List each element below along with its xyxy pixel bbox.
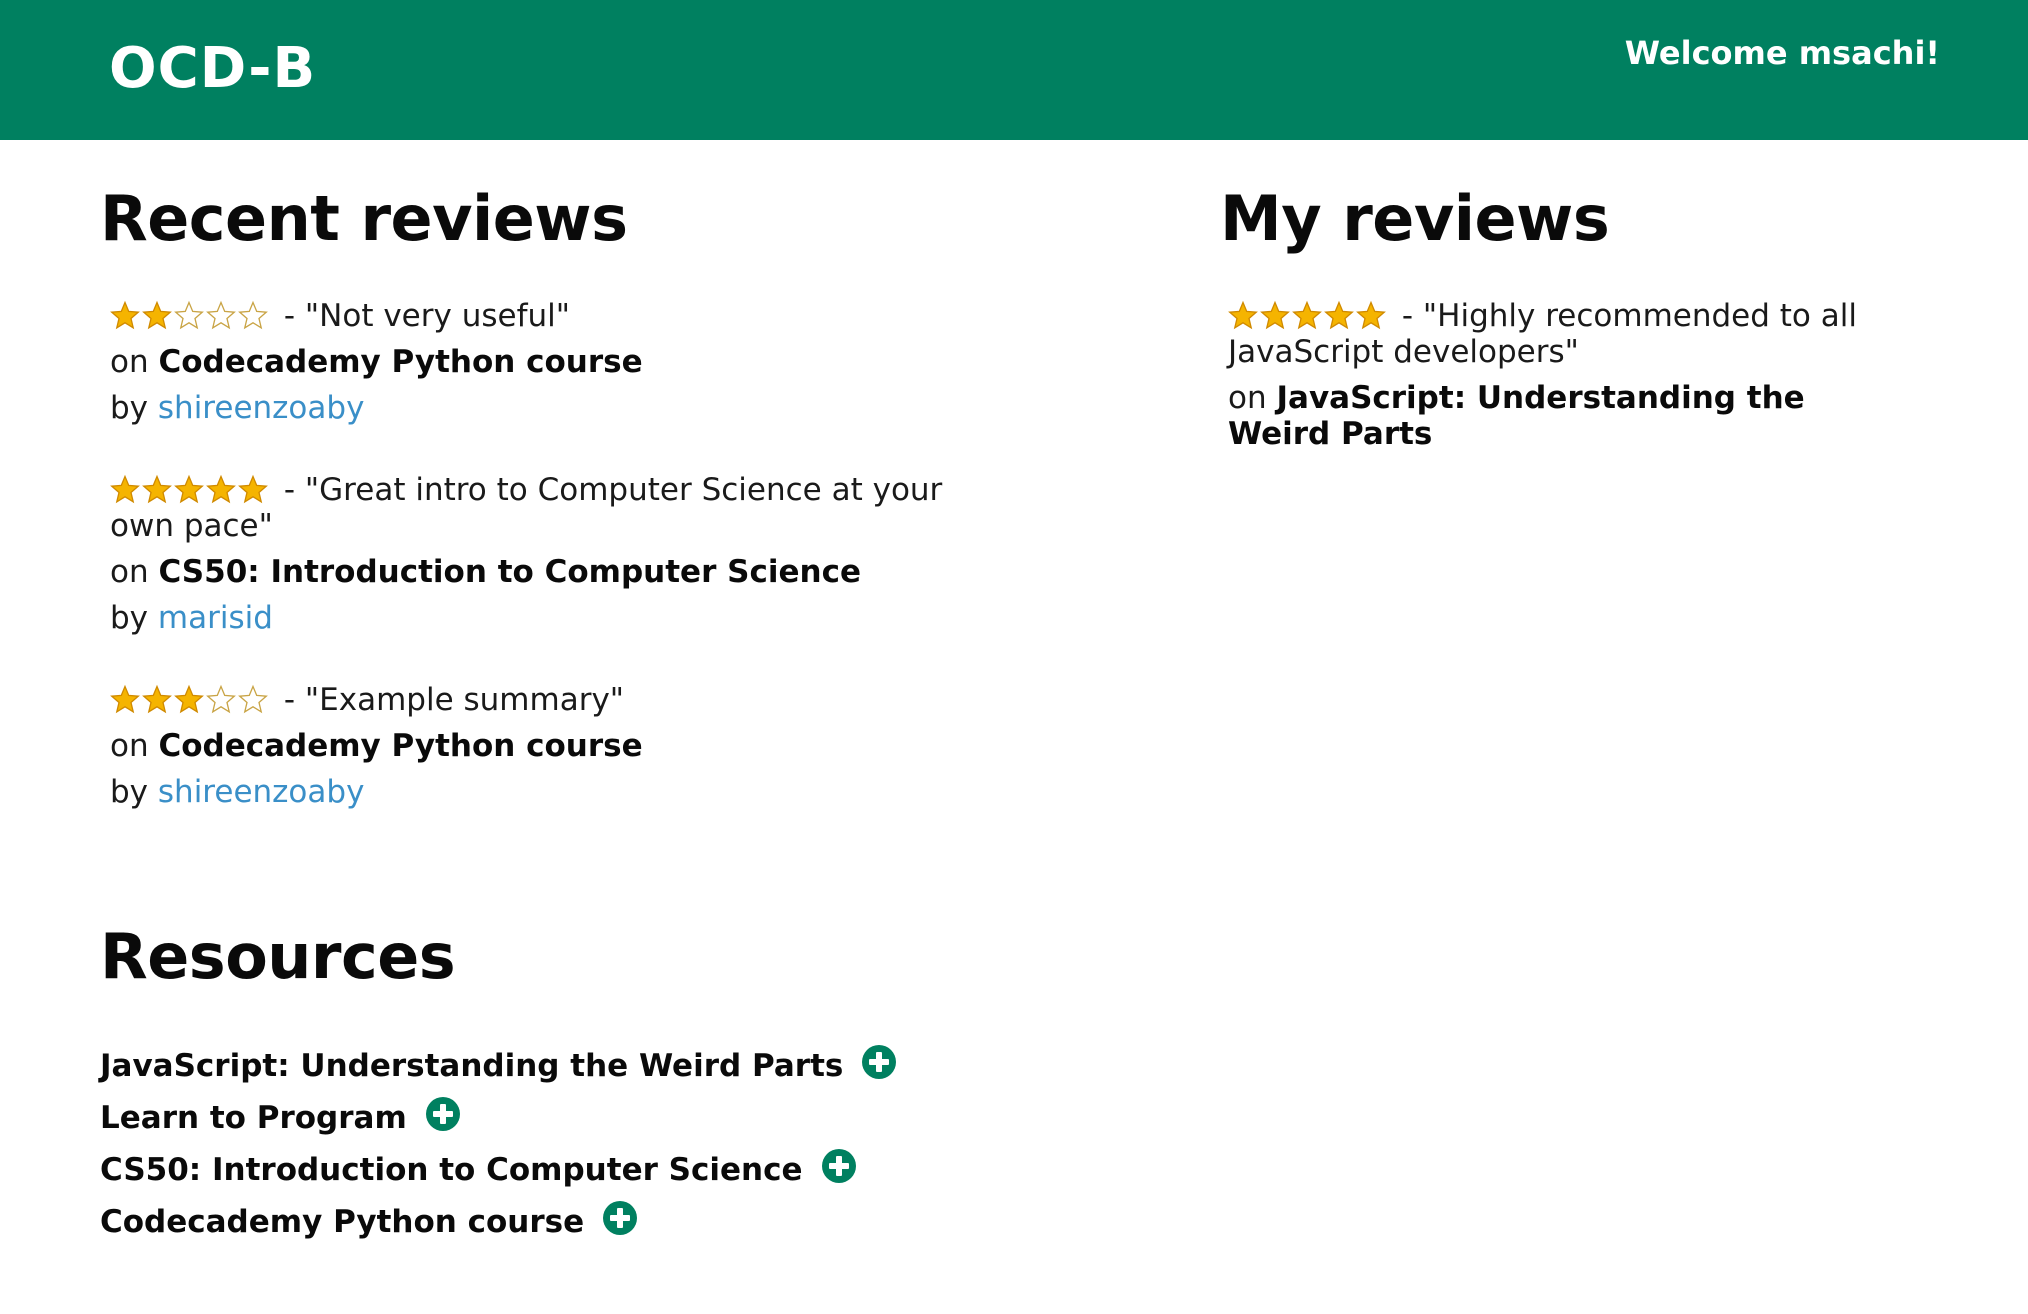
star-empty-icon [206, 300, 236, 330]
review-author-link[interactable]: marisid [158, 600, 273, 636]
resource-label: CS50: Introduction to Computer Science [100, 1152, 803, 1188]
star-filled-icon [142, 684, 172, 714]
by-label: by [110, 774, 149, 810]
review-summary: "Not very useful" [304, 298, 570, 334]
resources-list: JavaScript: Understanding the Weird Part… [100, 1040, 897, 1248]
star-filled-icon [206, 474, 236, 504]
star-empty-icon [206, 684, 236, 714]
star-empty-icon [238, 300, 268, 330]
star-filled-icon [174, 474, 204, 504]
star-rating [110, 300, 268, 330]
my-reviews-heading: My reviews [1220, 182, 1610, 255]
star-filled-icon [110, 474, 140, 504]
resource-label: Learn to Program [100, 1100, 407, 1136]
plus-circle-icon[interactable] [602, 1200, 638, 1236]
review-course: Codecademy Python course [158, 344, 643, 380]
my-review-item: - "Highly recommended to all JavaScript … [1228, 298, 1868, 452]
star-filled-icon [238, 474, 268, 504]
review-dash: - [283, 298, 305, 334]
star-filled-icon [1324, 300, 1354, 330]
top-navbar: OCD-B Welcome msachi! [0, 0, 2028, 140]
star-empty-icon [174, 300, 204, 330]
review-course: JavaScript: Understanding the Weird Part… [1228, 380, 1805, 452]
star-rating [110, 684, 268, 714]
star-rating [1228, 300, 1386, 330]
on-label: on [110, 554, 149, 590]
review-dash: - [283, 472, 305, 508]
on-label: on [110, 344, 149, 380]
resource-label: Codecademy Python course [100, 1204, 585, 1240]
star-filled-icon [142, 474, 172, 504]
star-filled-icon [174, 684, 204, 714]
recent-reviews-heading: Recent reviews [100, 182, 628, 255]
by-label: by [110, 600, 149, 636]
resource-item: Codecademy Python course [100, 1196, 897, 1248]
star-filled-icon [110, 684, 140, 714]
welcome-message: Welcome msachi! [1624, 34, 1940, 72]
plus-circle-icon[interactable] [821, 1148, 857, 1184]
star-filled-icon [1228, 300, 1258, 330]
review-course: Codecademy Python course [158, 728, 643, 764]
review-author-link[interactable]: shireenzoaby [158, 390, 365, 426]
by-label: by [110, 390, 149, 426]
star-filled-icon [1356, 300, 1386, 330]
star-empty-icon [238, 684, 268, 714]
resources-heading: Resources [100, 920, 456, 993]
recent-review-item: - "Example summary" on Codecademy Python… [110, 682, 990, 810]
review-dash: - [1401, 298, 1423, 334]
recent-review-item: - "Great intro to Computer Science at yo… [110, 472, 990, 636]
star-filled-icon [1292, 300, 1322, 330]
on-label: on [1228, 380, 1267, 416]
resource-item: CS50: Introduction to Computer Science [100, 1144, 897, 1196]
resource-label: JavaScript: Understanding the Weird Part… [100, 1048, 844, 1084]
star-rating [110, 474, 268, 504]
star-filled-icon [110, 300, 140, 330]
plus-circle-icon[interactable] [861, 1044, 897, 1080]
review-author-link[interactable]: shireenzoaby [158, 774, 365, 810]
recent-review-item: - "Not very useful" on Codecademy Python… [110, 298, 990, 426]
star-filled-icon [1260, 300, 1290, 330]
review-course: CS50: Introduction to Computer Science [158, 554, 861, 590]
star-filled-icon [142, 300, 172, 330]
review-dash: - [283, 682, 305, 718]
on-label: on [110, 728, 149, 764]
plus-circle-icon[interactable] [425, 1096, 461, 1132]
brand-logo[interactable]: OCD-B [109, 36, 316, 101]
review-summary: "Example summary" [304, 682, 625, 718]
resource-item: Learn to Program [100, 1092, 897, 1144]
resource-item: JavaScript: Understanding the Weird Part… [100, 1040, 897, 1092]
